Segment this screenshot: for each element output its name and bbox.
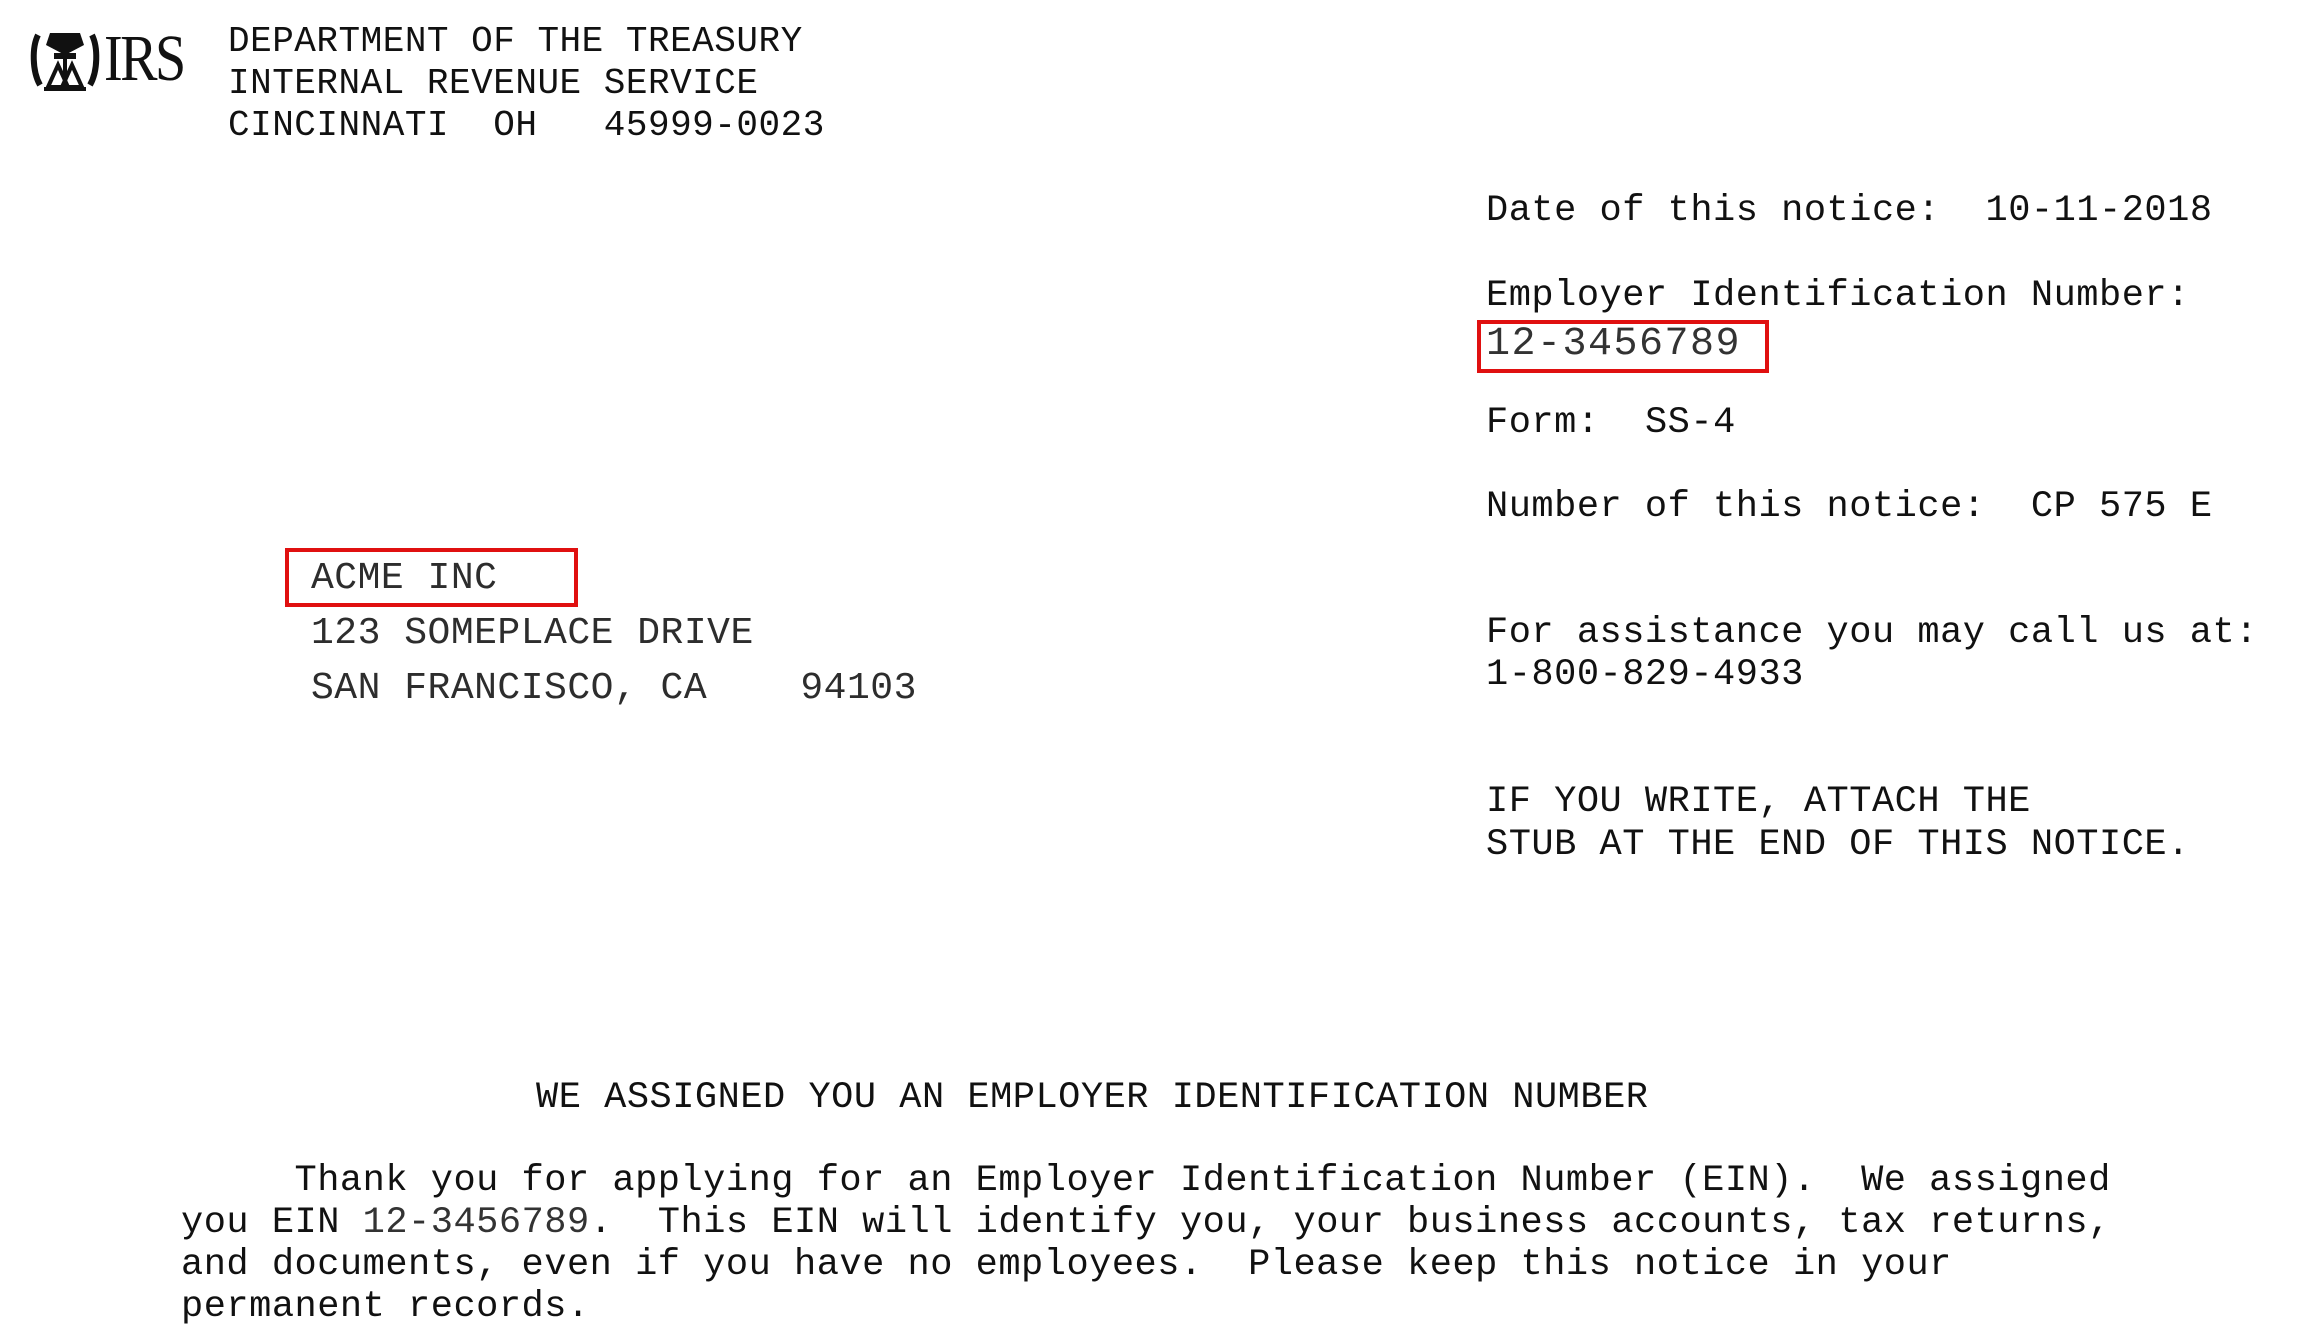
recipient-street: 123 SOMEPLACE DRIVE <box>311 612 754 655</box>
paragraph-ein: 12-3456789 <box>362 1202 590 1244</box>
notice-date: Date of this notice: 10-11-2018 <box>1486 190 2213 232</box>
letterhead-line-department: DEPARTMENT OF THE TREASURY <box>228 21 803 62</box>
form-info: Form: SS-4 <box>1486 402 1736 444</box>
form-label: Form: <box>1486 402 1600 444</box>
irs-logo-text: IRS <box>104 22 186 95</box>
notice-number-label: Number of this notice: <box>1486 486 1986 528</box>
paragraph-line-2-pre: you EIN <box>181 1202 363 1244</box>
notice-title: WE ASSIGNED YOU AN EMPLOYER IDENTIFICATI… <box>536 1077 1649 1119</box>
ein-value: 12-3456789 <box>1486 322 1742 367</box>
assistance-label: For assistance you may call us at: <box>1486 612 2258 654</box>
letterhead-line-address: CINCINNATI OH 45999-0023 <box>228 105 825 146</box>
irs-eagle-icon <box>30 33 100 91</box>
form-value: SS-4 <box>1644 402 1736 444</box>
paragraph-line-2-post: . This EIN will identify you, your busin… <box>589 1202 2111 1244</box>
recipient-city-state-zip: SAN FRANCISCO, CA 94103 <box>311 667 917 710</box>
write-instruction-line-2: STUB AT THE END OF THIS NOTICE. <box>1486 824 2190 866</box>
notice-date-value: 10-11-2018 <box>1985 190 2213 232</box>
write-instruction-line-1: IF YOU WRITE, ATTACH THE <box>1486 781 2031 823</box>
notice-number: Number of this notice: CP 575 E <box>1486 486 2213 528</box>
ein-label: Employer Identification Number: <box>1486 275 2190 317</box>
paragraph-line-1: Thank you for applying for an Employer I… <box>181 1160 2111 1202</box>
recipient-name: ACME INC <box>311 557 498 600</box>
paragraph-line-4: permanent records. <box>181 1286 590 1328</box>
letterhead-line-service: INTERNAL REVENUE SERVICE <box>228 63 759 104</box>
notice-date-label: Date of this notice: <box>1486 190 1941 232</box>
paragraph-line-2: you EIN 12-3456789. This EIN will identi… <box>181 1202 2111 1244</box>
irs-logo: IRS <box>30 24 230 94</box>
paragraph-line-3: and documents, even if you have no emplo… <box>181 1244 1952 1286</box>
assistance-phone: 1-800-829-4933 <box>1486 654 1804 696</box>
notice-number-value: CP 575 E <box>2030 486 2213 528</box>
